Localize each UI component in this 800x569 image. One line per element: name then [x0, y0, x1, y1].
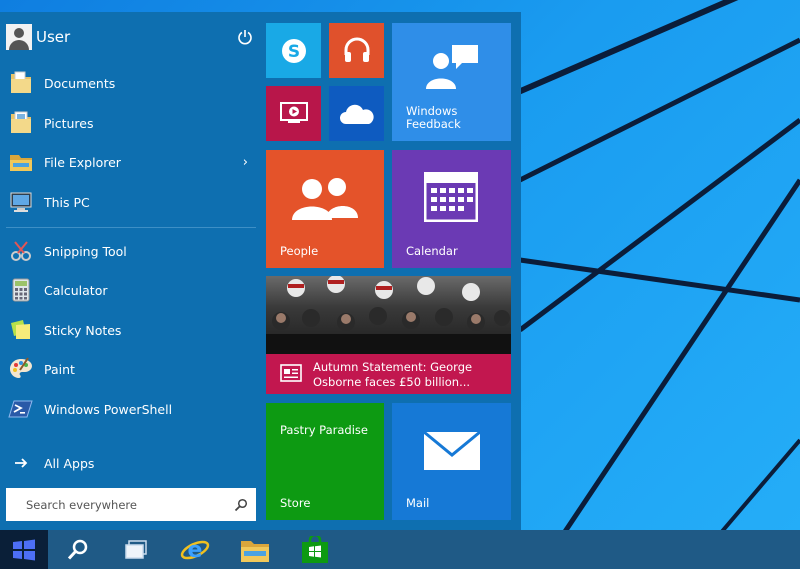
user-avatar-icon [6, 24, 32, 50]
file-explorer-icon [241, 540, 269, 562]
search-box [6, 488, 256, 521]
computer-icon [6, 187, 36, 217]
taskbar-store[interactable] [294, 530, 336, 569]
video-icon [280, 102, 308, 123]
taskbar-search-button[interactable] [58, 530, 98, 569]
svg-text:S: S [288, 42, 300, 62]
taskbar: e [0, 530, 800, 569]
search-icon[interactable] [234, 498, 248, 512]
people-icon [292, 178, 358, 220]
news-headline: Autumn Statement: George Osborne faces £… [313, 360, 473, 389]
start-windows-icon [13, 539, 35, 560]
menu-item-windows-powershell[interactable]: Windows PowerShell [6, 391, 256, 427]
menu-item-label: Pictures [44, 115, 94, 131]
tile-label: Windows Feedback [406, 104, 461, 131]
store-icon [302, 535, 328, 563]
menu-item-label: This PC [44, 194, 90, 210]
menu-item-label: Calculator [44, 282, 108, 298]
start-button[interactable] [0, 530, 48, 569]
user-account[interactable]: User [6, 22, 256, 52]
task-view-icon [125, 539, 147, 559]
all-apps-button[interactable]: All Apps [6, 445, 256, 481]
feedback-person-icon [426, 45, 478, 89]
tile-label: People [280, 244, 319, 258]
arrow-right-icon [6, 448, 36, 478]
power-button[interactable] [234, 26, 256, 48]
tile-music[interactable] [329, 23, 384, 78]
headphones-icon [344, 37, 370, 62]
internet-explorer-icon: e [180, 538, 210, 563]
tile-mail[interactable]: Mail [392, 403, 511, 520]
menu-item-documents[interactable]: Documents [6, 65, 256, 101]
tile-windows-feedback[interactable]: Windows Feedback [392, 23, 511, 141]
all-apps-label: All Apps [44, 455, 95, 471]
tile-news[interactable]: Autumn Statement: George Osborne faces £… [266, 276, 511, 394]
menu-item-label: File Explorer [44, 154, 121, 170]
menu-item-paint[interactable]: Paint [6, 351, 256, 387]
taskbar-internet-explorer[interactable]: e [174, 530, 216, 569]
search-icon [67, 539, 88, 560]
powershell-icon [6, 394, 36, 424]
menu-item-file-explorer[interactable]: File Explorer › [6, 144, 256, 180]
power-icon [238, 30, 252, 45]
tile-people[interactable]: People [266, 150, 384, 268]
menu-item-label: Sticky Notes [44, 322, 122, 338]
menu-item-pictures[interactable]: Pictures [6, 105, 256, 141]
tile-label: Calendar [406, 244, 458, 258]
tile-video[interactable] [266, 86, 321, 141]
snipping-tool-icon [6, 236, 36, 266]
folder-pictures-icon [6, 108, 36, 138]
news-photo [266, 276, 511, 354]
onedrive-cloud-icon [340, 104, 374, 124]
menu-item-label: Snipping Tool [44, 243, 127, 259]
menu-item-snipping-tool[interactable]: Snipping Tool [6, 233, 256, 269]
tile-calendar[interactable]: Calendar [392, 150, 511, 268]
user-name: User [36, 28, 71, 46]
menu-item-this-pc[interactable]: This PC [6, 184, 256, 220]
paint-palette-icon [6, 354, 36, 384]
calculator-icon [6, 275, 36, 305]
taskbar-file-explorer[interactable] [234, 530, 276, 569]
menu-item-sticky-notes[interactable]: Sticky Notes [6, 312, 256, 348]
folder-documents-icon [6, 68, 36, 98]
tile-skype[interactable]: S [266, 23, 321, 78]
tile-label: Store [280, 496, 311, 510]
start-menu: User Documents Pictures File Explorer › … [0, 12, 521, 530]
tile-store[interactable]: Pastry Paradise Store [266, 403, 384, 520]
skype-icon: S [282, 39, 306, 63]
mail-envelope-icon [423, 431, 481, 470]
search-input[interactable] [26, 497, 234, 512]
sticky-notes-icon [6, 315, 36, 345]
menu-item-label: Windows PowerShell [44, 401, 173, 417]
store-featured-title: Pastry Paradise [280, 423, 368, 437]
chevron-right-icon: › [242, 154, 248, 170]
tile-label: Mail [406, 496, 430, 510]
file-explorer-icon [6, 147, 36, 177]
menu-item-label: Paint [44, 361, 75, 377]
menu-item-calculator[interactable]: Calculator [6, 272, 256, 308]
menu-separator [6, 227, 256, 228]
start-menu-left-pane: User Documents Pictures File Explorer › … [0, 12, 262, 530]
svg-text:e: e [188, 538, 203, 563]
menu-item-label: Documents [44, 75, 116, 91]
calendar-icon [424, 172, 478, 222]
news-icon [280, 364, 302, 382]
task-view-button[interactable] [116, 530, 156, 569]
tile-onedrive[interactable] [329, 86, 384, 141]
